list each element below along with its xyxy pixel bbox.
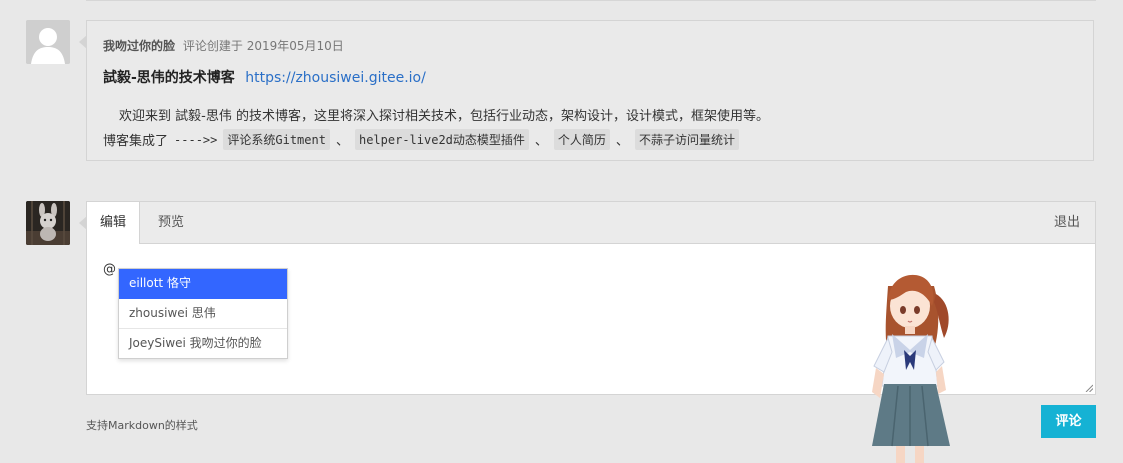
live2d-mascot-icon[interactable] (858, 266, 962, 463)
blog-title: 試毅-思伟的技术博客 (103, 70, 235, 86)
integrations-arrow: ---->> (174, 132, 218, 147)
comment-textarea[interactable]: @ (103, 262, 116, 277)
tag-busuanzi: 不蒜子访问量统计 (634, 129, 739, 150)
comment-header: 我吻过你的脸 评论创建于 2019年05月10日 (103, 37, 344, 54)
markdown-hint: 支持Markdown的样式 (86, 419, 198, 432)
separator: 、 (335, 134, 349, 149)
comment-author[interactable]: 我吻过你的脸 (103, 39, 175, 53)
separator: 、 (615, 134, 629, 149)
tab-preview[interactable]: 预览 (145, 202, 197, 244)
comment-title-line: 試毅-思伟的技术博客 https://zhousiwei.gitee.io/ (103, 67, 426, 87)
current-user-avatar[interactable] (26, 201, 70, 245)
tag-resume: 个人简历 (553, 129, 610, 150)
default-user-icon (26, 20, 70, 64)
top-divider (86, 0, 1096, 1)
integrations-prefix: 博客集成了 (103, 134, 169, 149)
logout-button[interactable]: 退出 (1041, 202, 1093, 244)
comment-paragraph: 欢迎来到 試毅-思伟 的技术博客，这里将深入探讨相关技术，包括行业动态，架构设计… (119, 109, 769, 124)
mention-item[interactable]: JoeySiwei 我吻过你的脸 (119, 329, 287, 358)
tab-edit[interactable]: 编辑 (87, 202, 141, 244)
comment-created-date: 2019年05月10日 (246, 39, 344, 53)
bunny-avatar-icon (26, 201, 70, 245)
submit-comment-button[interactable]: 评论 (1041, 405, 1096, 438)
comment-card: 我吻过你的脸 评论创建于 2019年05月10日 試毅-思伟的技术博客 http… (79, 20, 1094, 161)
mention-item[interactable]: eillott 恪守 (119, 269, 287, 299)
tag-gitment: 评论系统Gitment (223, 129, 330, 150)
commenter-avatar (26, 20, 70, 64)
editor-tab-bar: 编辑 预览 退出 (79, 202, 1095, 244)
mention-item[interactable]: zhousiwei 思伟 (119, 299, 287, 329)
tag-live2d: helper-live2d动态模型插件 (354, 129, 529, 150)
separator: 、 (534, 134, 548, 149)
blog-link[interactable]: https://zhousiwei.gitee.io/ (245, 70, 426, 86)
mention-dropdown: eillott 恪守 zhousiwei 思伟 JoeySiwei 我吻过你的脸 (118, 268, 288, 359)
comment-integrations-line: 博客集成了 ---->> 评论系统Gitment 、 helper-live2d… (103, 129, 739, 150)
comment-created-prefix: 评论创建于 (182, 39, 243, 53)
resize-handle-icon[interactable] (1085, 384, 1093, 392)
